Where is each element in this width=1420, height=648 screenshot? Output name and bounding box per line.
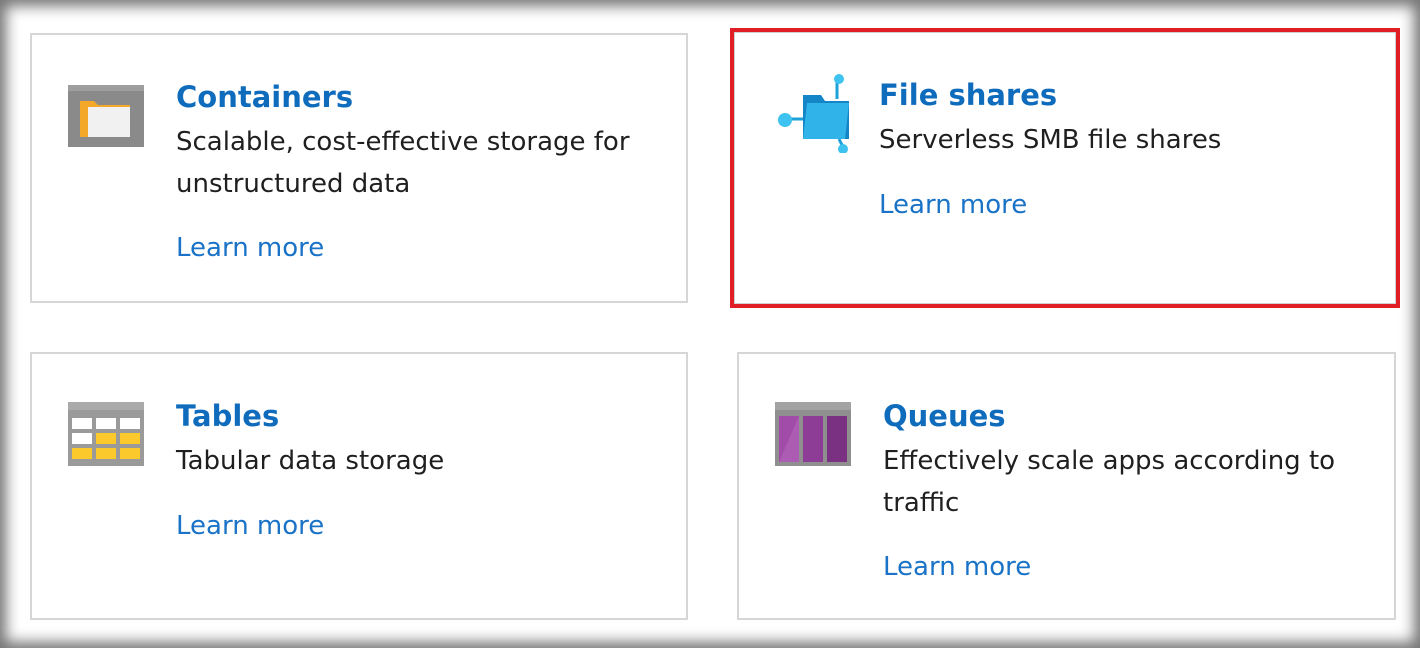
- learn-more-link[interactable]: Learn more: [176, 508, 324, 544]
- card-title[interactable]: Tables: [176, 396, 279, 436]
- containers-card[interactable]: Containers Scalable, cost-effective stor…: [30, 33, 688, 303]
- storage-services-panel: Containers Scalable, cost-effective stor…: [0, 0, 1420, 648]
- tables-icon: [68, 402, 144, 468]
- card-title[interactable]: File shares: [879, 75, 1057, 115]
- card-title[interactable]: Containers: [176, 77, 353, 117]
- file-shares-icon: [773, 73, 849, 154]
- card-description: Tabular data storage: [176, 446, 445, 476]
- queues-icon: [775, 402, 851, 468]
- learn-more-link[interactable]: Learn more: [879, 187, 1027, 223]
- learn-more-link[interactable]: Learn more: [176, 230, 324, 266]
- learn-more-link[interactable]: Learn more: [883, 549, 1031, 585]
- containers-icon: [68, 81, 144, 147]
- card-description: Effectively scale apps according to traf…: [883, 446, 1336, 518]
- card-description: Scalable, cost-effective storage for uns…: [176, 127, 630, 199]
- card-description: Serverless SMB file shares: [879, 125, 1222, 155]
- card-title[interactable]: Queues: [883, 396, 1006, 436]
- file-shares-card[interactable]: File shares Serverless SMB file shares L…: [734, 32, 1396, 304]
- tables-card[interactable]: Tables Tabular data storage Learn more: [30, 352, 688, 620]
- queues-card[interactable]: Queues Effectively scale apps according …: [737, 352, 1396, 620]
